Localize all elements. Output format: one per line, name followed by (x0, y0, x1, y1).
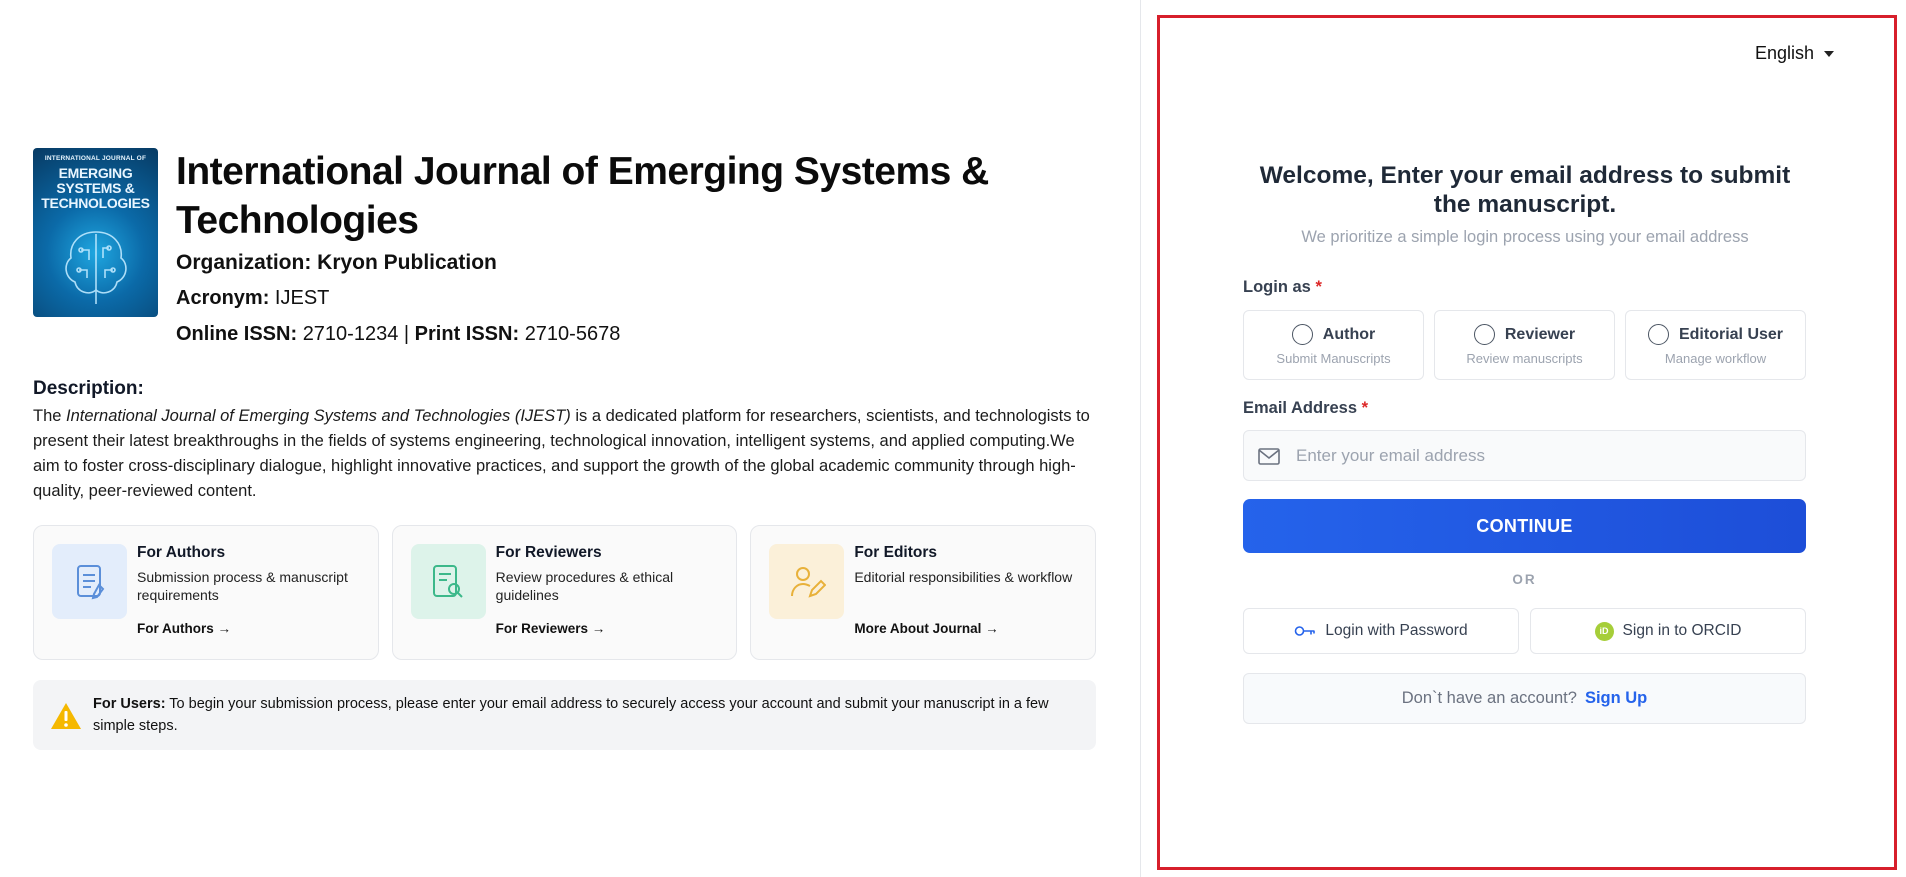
brain-circuit-icon (65, 231, 127, 304)
cover-small-text: INTERNATIONAL JOURNAL OF (44, 155, 147, 162)
role-author-subtitle: Submit Manuscripts (1276, 351, 1391, 366)
journal-acronym: Acronym: IJEST (176, 287, 329, 310)
role-editorial-title: Editorial User (1678, 325, 1784, 343)
online-issn-value: 2710-1234 (302, 323, 399, 345)
user-edit-icon (790, 566, 826, 598)
login-as-label: Login as * (1243, 278, 1322, 297)
card-reviewers: For Reviewers Review procedures & ethica… (391, 525, 738, 660)
card-authors: For Authors Submission process & manuscr… (33, 525, 379, 660)
key-icon (1295, 626, 1316, 636)
email-field-wrapper (1243, 430, 1806, 481)
role-reviewer-title: Reviewer (1504, 325, 1576, 343)
role-author-option[interactable]: Author Submit Manuscripts (1243, 310, 1424, 380)
card-editors-icon-box (769, 544, 845, 619)
document-icon (76, 564, 104, 599)
card-authors-title: For Authors (137, 544, 226, 561)
radio-reviewer[interactable] (1473, 324, 1495, 345)
journal-organization: Organization: Kryon Publication (176, 251, 497, 274)
no-account-text: Don`t have an account? (1401, 689, 1577, 707)
cover-title-text: EMERGING SYSTEMS & TECHNOLOGIES (41, 165, 150, 211)
print-issn-value: 2710-5678 (524, 323, 621, 345)
email-label-text: Email Address (1243, 399, 1358, 417)
for-reviewers-link[interactable]: For Reviewers → (496, 621, 606, 636)
card-editors-title: For Editors (854, 544, 938, 561)
signup-link[interactable]: Sign Up (1585, 689, 1647, 708)
role-reviewer-subtitle: Review manuscripts (1466, 351, 1583, 366)
journal-cover-image: INTERNATIONAL JOURNAL OF EMERGING SYSTEM… (33, 148, 158, 317)
more-about-journal-link[interactable]: More About Journal → (854, 621, 998, 636)
role-options: Author Submit Manuscripts Reviewer Revie… (1243, 310, 1806, 380)
notice-body: To begin your submission process, please… (93, 696, 1049, 734)
warning-icon (51, 703, 81, 729)
print-issn-label: Print ISSN: (414, 323, 520, 345)
login-with-password-button[interactable]: Login with Password (1243, 608, 1519, 654)
required-mark: * (1361, 399, 1369, 417)
card-reviewers-title: For Reviewers (495, 544, 602, 561)
card-authors-icon-box (52, 544, 127, 619)
journal-info-section: INTERNATIONAL JOURNAL OF EMERGING SYSTEM… (0, 0, 1140, 877)
description-text: The International Journal of Emerging Sy… (33, 404, 1093, 504)
welcome-subtitle: We prioritize a simple login process usi… (1301, 228, 1749, 246)
card-reviewers-icon-box (410, 544, 486, 619)
or-separator: OR (1512, 572, 1537, 587)
user-notice: For Users: To begin your submission proc… (33, 680, 1096, 750)
description-prefix: The (33, 407, 67, 425)
card-editors-description: Editorial responsibilities & workflow (854, 569, 1073, 585)
radio-author[interactable] (1291, 324, 1313, 345)
chevron-down-icon (1824, 50, 1835, 57)
language-selector[interactable]: English (1755, 43, 1835, 64)
description-journal-name: International Journal of Emerging System… (66, 407, 571, 425)
email-label: Email Address * (1243, 399, 1368, 418)
required-mark: * (1315, 278, 1322, 296)
role-editorial-subtitle: Manage workflow (1664, 351, 1767, 366)
issn-separator: | (403, 323, 410, 345)
orcid-signin-label: Sign in to ORCID (1622, 622, 1742, 639)
language-label: English (1755, 43, 1815, 63)
continue-button[interactable]: CONTINUE (1243, 499, 1806, 553)
column-divider (1140, 0, 1141, 877)
journal-title: International Journal of Emerging System… (176, 150, 989, 242)
email-input[interactable] (1296, 431, 1796, 480)
acronym-value: IJEST (274, 287, 330, 309)
role-author-title: Author (1322, 325, 1376, 343)
journal-issn: Online ISSN: 2710-1234 | Print ISSN: 271… (176, 323, 620, 346)
card-editors: For Editors Editorial responsibilities &… (750, 525, 1097, 660)
mail-icon (1258, 448, 1280, 465)
acronym-label: Acronym: (176, 287, 270, 309)
signup-box: Don`t have an account? Sign Up (1243, 673, 1806, 724)
radio-editorial[interactable] (1647, 324, 1669, 345)
info-cards: For Authors Submission process & manuscr… (33, 525, 1097, 660)
login-with-password-label: Login with Password (1325, 622, 1468, 639)
card-authors-description: Submission process & manuscript requirem… (137, 569, 348, 603)
notice-label: For Users: (93, 696, 166, 712)
for-authors-link[interactable]: For Authors → (137, 621, 231, 636)
orcid-signin-button[interactable]: iD Sign in to ORCID (1530, 608, 1806, 654)
notice-text: For Users: To begin your submission proc… (93, 693, 1083, 737)
description-heading: Description: (33, 378, 144, 399)
document-search-icon (433, 564, 463, 598)
role-reviewer-option[interactable]: Reviewer Review manuscripts (1434, 310, 1615, 380)
login-as-text: Login as (1243, 278, 1311, 296)
card-reviewers-description: Review procedures & ethical guidelines (495, 569, 674, 603)
orcid-icon: iD (1594, 621, 1614, 641)
online-issn-label: Online ISSN: (176, 323, 298, 345)
role-editorial-option[interactable]: Editorial User Manage workflow (1625, 310, 1806, 380)
welcome-heading: Welcome, Enter your email address to sub… (1259, 162, 1791, 218)
